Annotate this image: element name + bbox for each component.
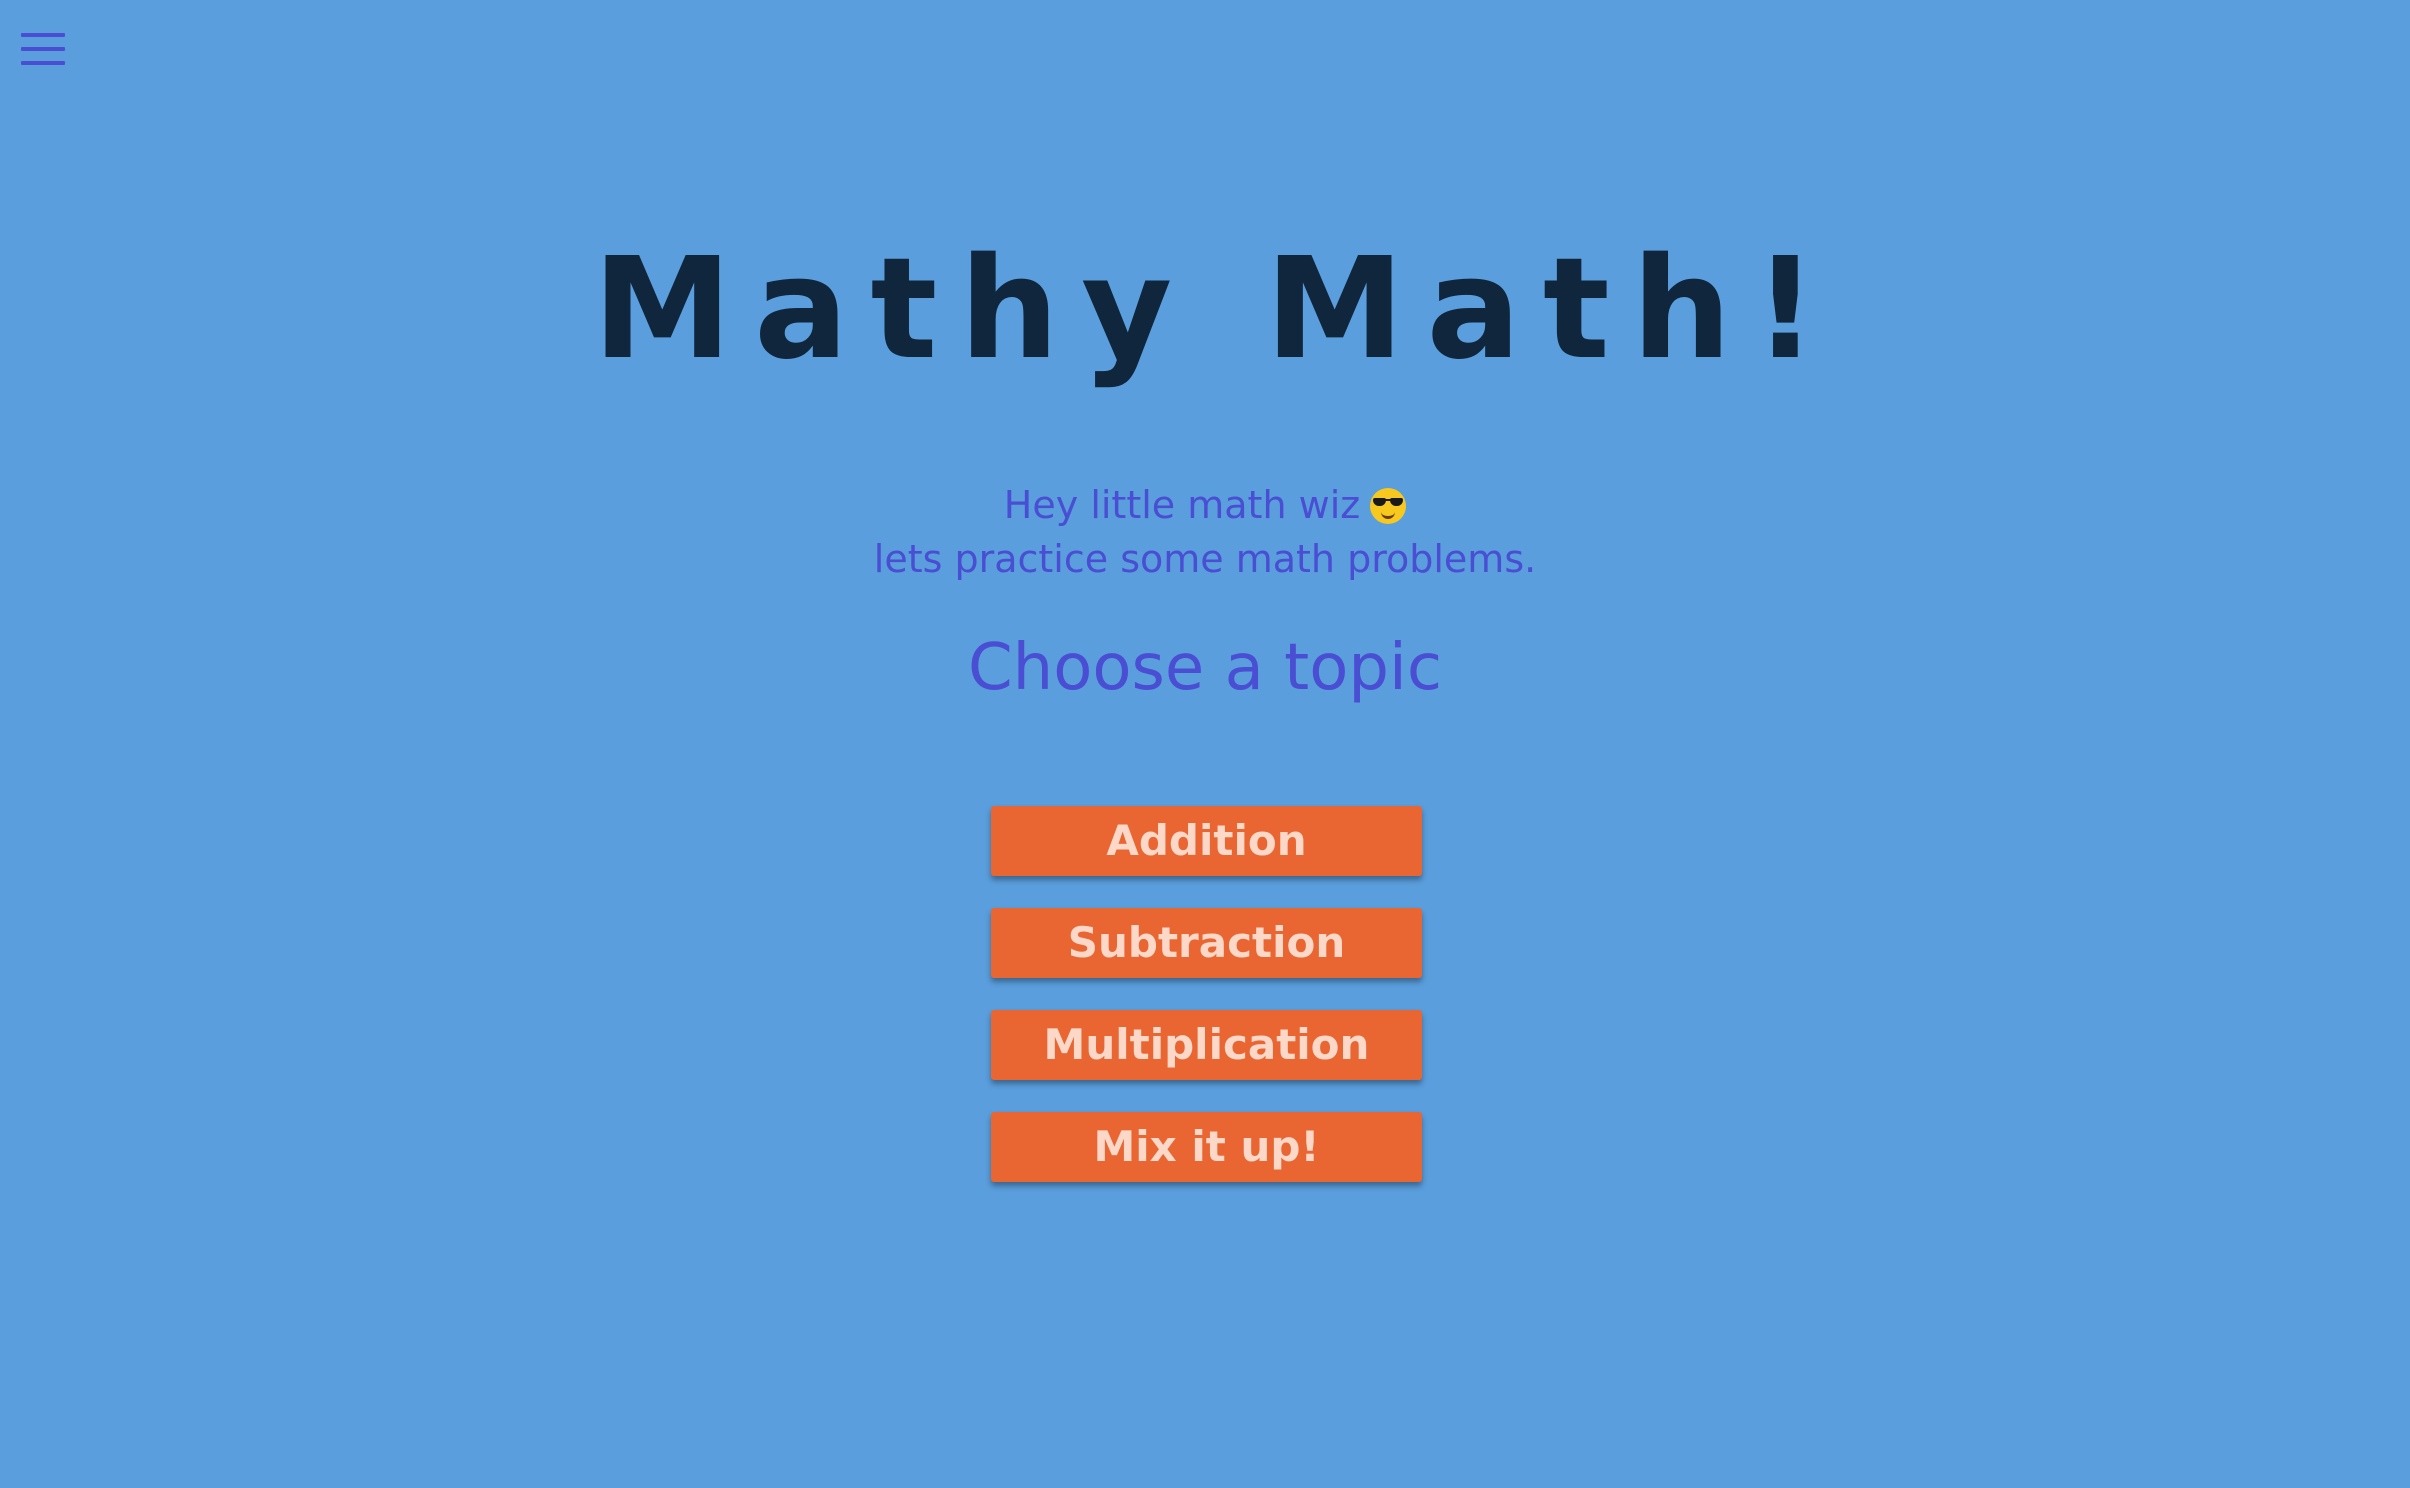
addition-button[interactable]: Addition [991,806,1422,876]
choose-topic-heading: Choose a topic [967,631,1443,705]
menu-button[interactable] [21,33,65,65]
intro-line-2: lets practice some math problems. [873,537,1537,581]
sunglasses-emoji-icon [1370,488,1407,524]
hamburger-menu-icon-bar [21,61,65,65]
subtraction-button[interactable]: Subtraction [991,908,1422,978]
topic-list: Addition Subtraction Multiplication Mix … [991,806,1422,1214]
mix-it-up-button[interactable]: Mix it up! [991,1112,1422,1182]
intro-text: Hey little math wiz lets practice some m… [0,478,2410,586]
multiplication-button[interactable]: Multiplication [991,1010,1422,1080]
intro-line-1: Hey little math wiz [0,478,2410,532]
hamburger-menu-icon-bar [21,47,65,51]
hamburger-menu-icon-bar [21,33,65,37]
page-title: Mathy Math! [592,228,1840,391]
intro-greeting: Hey little math wiz [1003,483,1361,527]
